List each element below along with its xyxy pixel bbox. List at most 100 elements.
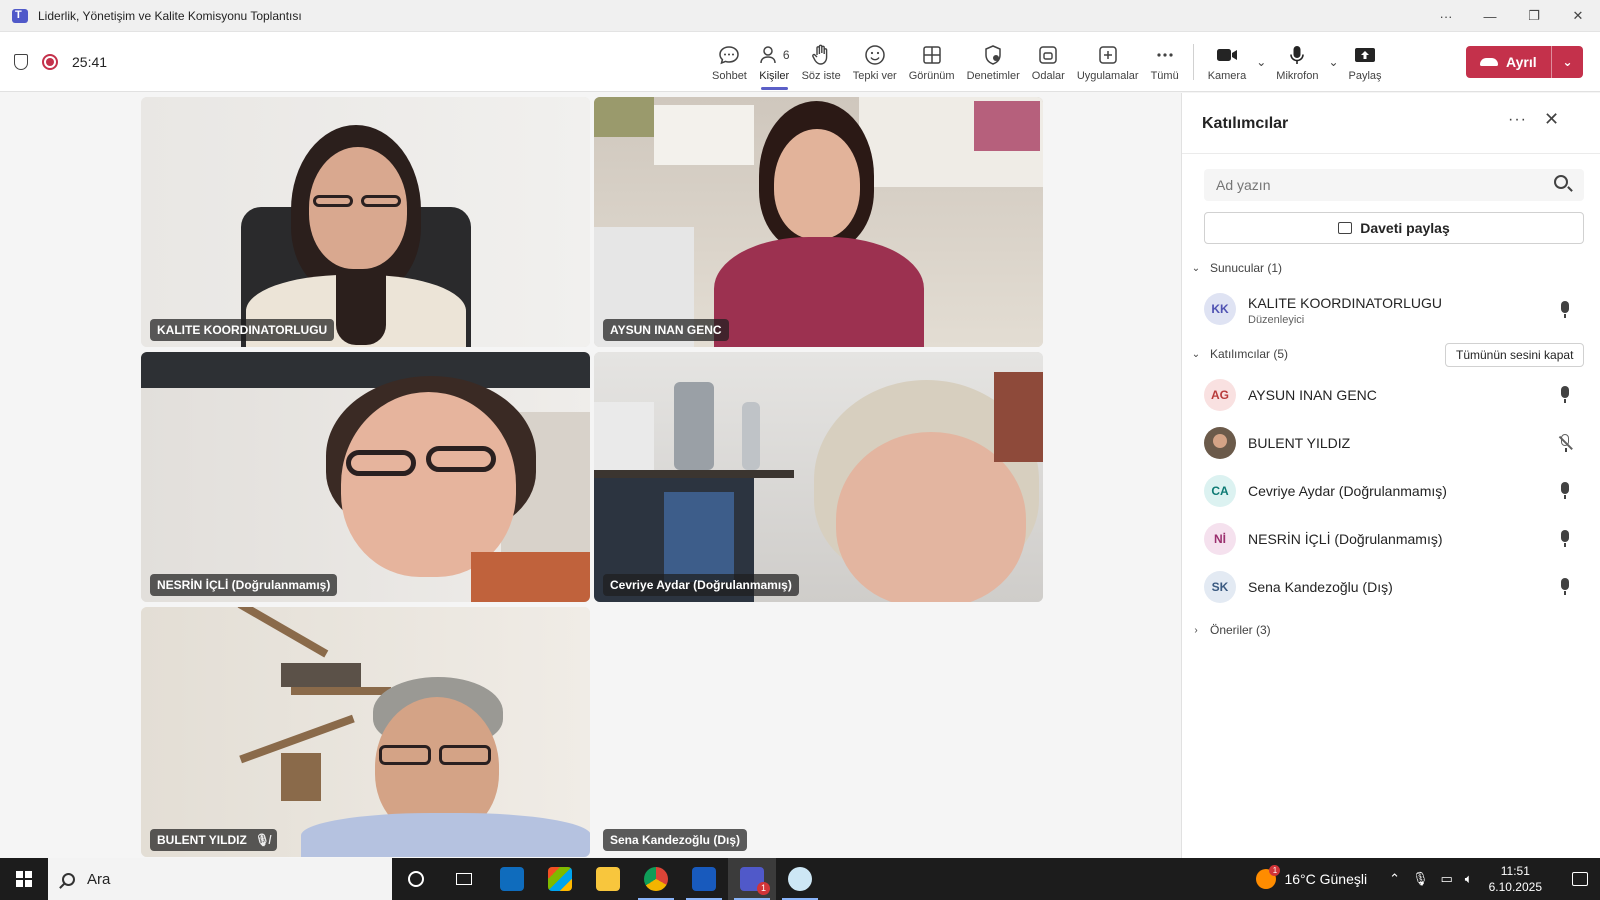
apps-button[interactable]: Uygulamalar: [1071, 32, 1145, 92]
participant-row[interactable]: BULENT YILDIZ: [1182, 421, 1600, 465]
window-title: Liderlik, Yönetişim ve Kalite Komisyonu …: [38, 8, 302, 23]
video-tile[interactable]: KALITE KOORDINATORLUGU: [141, 97, 590, 347]
word-icon[interactable]: [680, 858, 728, 900]
chat-button[interactable]: Sohbet: [706, 32, 753, 92]
minimize-button[interactable]: —: [1468, 0, 1512, 32]
share-invite-button[interactable]: Daveti paylaş: [1204, 212, 1584, 244]
share-button[interactable]: Paylaş: [1343, 32, 1388, 92]
mute-all-button[interactable]: Tümünün sesini kapat: [1445, 343, 1585, 367]
attendees-header-label: Katılımcılar (5): [1210, 347, 1289, 361]
controls-button[interactable]: Denetimler: [961, 32, 1026, 92]
avatar-photo: [1204, 427, 1236, 459]
chevron-right-icon: ›: [1194, 624, 1198, 636]
network-icon[interactable]: ▭: [1441, 871, 1453, 887]
chevron-up-icon[interactable]: ⌃: [1389, 871, 1400, 887]
microphone-icon: [1560, 301, 1570, 319]
teams-icon[interactable]: 1: [728, 858, 776, 900]
more-label: Tümü: [1150, 69, 1179, 82]
clock-time: 11:51: [1500, 864, 1530, 878]
video-tile[interactable]: BULENT YILDIZ 🎙︎̸: [141, 607, 590, 857]
people-count: 6: [782, 47, 790, 62]
video-tile[interactable]: AYSUN INAN GENC: [594, 97, 1043, 347]
shield-icon[interactable]: [14, 54, 28, 70]
leave-options-chevron-icon[interactable]: ⌄: [1552, 55, 1583, 69]
hand-icon: [811, 43, 831, 67]
leave-label: Ayrıl: [1506, 54, 1537, 70]
react-button[interactable]: Tepki ver: [847, 32, 903, 92]
outlook-icon[interactable]: [488, 858, 536, 900]
microphone-button[interactable]: Mikrofon: [1270, 32, 1324, 92]
microphone-icon: [1560, 482, 1570, 500]
view-button[interactable]: Görünüm: [903, 32, 961, 92]
microphone-off-icon: [1560, 434, 1570, 452]
file-explorer-icon[interactable]: [584, 858, 632, 900]
weather-text[interactable]: 16°C Güneşli: [1284, 871, 1367, 887]
chat-label: Sohbet: [712, 69, 747, 82]
video-tile[interactable]: NESRİN İÇLİ (Doğrulanmamış): [141, 352, 590, 602]
participant-row[interactable]: AG AYSUN INAN GENC: [1182, 373, 1600, 417]
leave-main[interactable]: Ayrıl: [1466, 46, 1552, 78]
attendees-section-header[interactable]: ⌄ Katılımcılar (5): [1190, 347, 1288, 361]
suggestions-section-header[interactable]: › Öneriler (3): [1190, 623, 1271, 637]
participant-row[interactable]: CA Cevriye Aydar (Doğrulanmamış): [1182, 469, 1600, 513]
more-button[interactable]: Tümü: [1145, 32, 1185, 92]
search-icon: [1554, 175, 1568, 189]
participant-name: Cevriye Aydar (Doğrulanmamış): [610, 578, 792, 592]
share-invite-label: Daveti paylaş: [1360, 220, 1450, 236]
avatar: AG: [1204, 379, 1236, 411]
participant-name: Sena Kandezoğlu (Dış): [610, 833, 741, 847]
rooms-button[interactable]: Odalar: [1026, 32, 1071, 92]
meeting-toolbar: 25:41 Sohbet 6 Kişiler Söz iste Tepki ve…: [0, 32, 1600, 92]
cortana-icon[interactable]: [392, 858, 440, 900]
video-tile[interactable]: Cevriye Aydar (Doğrulanmamış): [594, 352, 1043, 602]
leave-button[interactable]: Ayrıl ⌄: [1466, 46, 1583, 78]
paint-icon[interactable]: [776, 858, 824, 900]
microphone-icon: [1287, 43, 1307, 67]
people-button[interactable]: 6 Kişiler: [753, 32, 796, 92]
video-tile[interactable]: Sena Kandezoğlu (Dış): [594, 607, 1043, 857]
video-feed: [141, 97, 590, 347]
chrome-icon[interactable]: [632, 858, 680, 900]
close-button[interactable]: ✕: [1556, 0, 1600, 32]
microphone-icon: [1560, 578, 1570, 596]
weather-sun-icon[interactable]: 1: [1256, 865, 1281, 889]
tray-icons: ⌃ 🎙︎ ▭ 🔈︎: [1389, 871, 1473, 887]
task-view-icon[interactable]: [440, 858, 488, 900]
panel-more-icon[interactable]: ···: [1508, 111, 1527, 129]
people-label: Kişiler: [759, 69, 790, 82]
panel-title: Katılımcılar: [1202, 115, 1289, 132]
participant-row[interactable]: KK KALITE KOORDINATORLUGU Düzenleyici: [1182, 287, 1600, 331]
presenters-header-label: Sunucular (1): [1210, 261, 1283, 275]
smile-icon: [864, 43, 886, 67]
participant-row[interactable]: SK Sena Kandezoğlu (Dış): [1182, 565, 1600, 609]
microphone-options-chevron-icon[interactable]: ⌄: [1324, 32, 1342, 92]
camera-button[interactable]: Kamera: [1202, 32, 1253, 92]
participant-name: Sena Kandezoğlu (Dış): [1248, 579, 1393, 595]
clock[interactable]: 11:51 6.10.2025: [1489, 863, 1542, 895]
recording-icon: [42, 54, 58, 70]
camera-options-chevron-icon[interactable]: ⌄: [1252, 32, 1270, 92]
share-screen-icon: [1353, 43, 1377, 67]
raise-hand-button[interactable]: Söz iste: [796, 32, 847, 92]
windows-start-icon[interactable]: [0, 858, 48, 900]
taskbar-search[interactable]: Ara: [48, 858, 392, 900]
notification-center-icon[interactable]: [1560, 858, 1600, 900]
participant-search-input[interactable]: [1204, 169, 1584, 201]
participant-name-tag: BULENT YILDIZ 🎙︎̸: [150, 829, 278, 851]
suggestions-header-label: Öneriler (3): [1210, 623, 1271, 637]
restore-button[interactable]: ❐: [1512, 0, 1556, 32]
participant-name-tag: Cevriye Aydar (Doğrulanmamış): [603, 574, 799, 596]
rooms-icon: [1037, 43, 1059, 67]
microphone-tray-icon[interactable]: 🎙︎: [1412, 871, 1429, 887]
participant-name: BULENT YILDIZ: [1248, 435, 1351, 451]
volume-icon[interactable]: 🔈︎: [1465, 871, 1473, 887]
share-label: Paylaş: [1348, 69, 1382, 82]
clock-date: 6.10.2025: [1488, 880, 1542, 894]
microsoft-store-icon[interactable]: [536, 858, 584, 900]
rooms-label: Odalar: [1031, 69, 1065, 82]
participant-name-tag: KALITE KOORDINATORLUGU: [150, 319, 335, 341]
participant-row[interactable]: Nİ NESRİN İÇLİ (Doğrulanmamış): [1182, 517, 1600, 561]
presenters-section-header[interactable]: ⌄ Sunucular (1): [1190, 261, 1282, 275]
more-options-icon[interactable]: ···: [1424, 0, 1468, 32]
panel-close-icon[interactable]: ✕: [1544, 109, 1559, 130]
